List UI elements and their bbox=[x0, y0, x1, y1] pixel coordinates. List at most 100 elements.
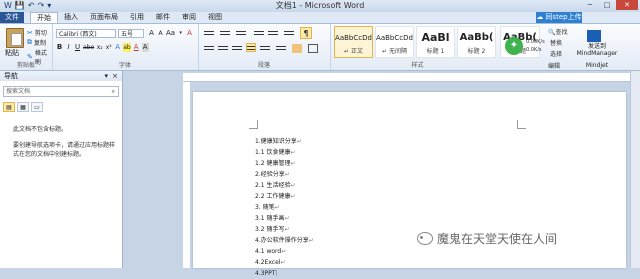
tab-pages[interactable]: ▦ bbox=[17, 102, 29, 112]
grow-font-button[interactable]: A bbox=[148, 29, 155, 38]
document-line[interactable]: 1.健康知识分享↵ bbox=[255, 136, 555, 147]
underline-button[interactable]: U bbox=[74, 43, 81, 52]
document-line[interactable]: 4.1 word↵ bbox=[255, 246, 555, 257]
align-right-icon[interactable] bbox=[232, 44, 242, 53]
cut-button[interactable]: ✂ 剪切 bbox=[27, 28, 47, 38]
tab-headings[interactable]: ▤ bbox=[3, 102, 15, 112]
sort-icon[interactable] bbox=[284, 29, 294, 38]
ribbon-tabs: 文件 开始 插入 页面布局 引用 邮件 审阅 视图 ☁ 同step上传 bbox=[0, 12, 640, 24]
group-label: 样式 bbox=[411, 62, 424, 69]
justify-icon[interactable] bbox=[246, 43, 256, 52]
italic-button[interactable]: I bbox=[65, 43, 72, 52]
tab-references[interactable]: 引用 bbox=[124, 12, 150, 23]
navigation-pane: 导航 ▾ × 搜索文档 ⌕ ▤ ▦ ▭ 此文档不包含标题。 要创建导航选项卡，请… bbox=[0, 71, 123, 268]
chevron-down-icon[interactable]: ▾ bbox=[104, 71, 108, 81]
change-case-button[interactable]: Aa bbox=[166, 29, 175, 38]
search-icon[interactable]: ⌕ bbox=[112, 87, 115, 97]
bullets-icon[interactable] bbox=[204, 29, 214, 38]
superscript-button[interactable]: x² bbox=[105, 43, 112, 52]
document-line[interactable]: 2.2 工作健康↵ bbox=[255, 191, 555, 202]
shading-icon[interactable] bbox=[292, 44, 302, 53]
tab-page-layout[interactable]: 页面布局 bbox=[84, 12, 124, 23]
document-line[interactable]: 3. 随笔↵ bbox=[255, 202, 555, 213]
document-line[interactable]: 4.2Excel↵ bbox=[255, 257, 555, 268]
group-label: Mindjet bbox=[585, 62, 609, 69]
document-line[interactable]: 2.经验分享↵ bbox=[255, 169, 555, 180]
paste-icon[interactable] bbox=[6, 28, 24, 48]
search-input[interactable]: 搜索文档 ⌕ bbox=[3, 86, 119, 97]
tab-review[interactable]: 审阅 bbox=[176, 12, 202, 23]
align-center-icon[interactable] bbox=[218, 44, 228, 53]
tab-view[interactable]: 视图 bbox=[202, 12, 228, 23]
document-line[interactable]: 2.1 生活经验↵ bbox=[255, 180, 555, 191]
navigation-header: 导航 ▾ × bbox=[0, 71, 122, 81]
tab-insert[interactable]: 插入 bbox=[58, 12, 84, 23]
group-label: 剪贴板 bbox=[16, 62, 35, 69]
subscript-button[interactable]: x₂ bbox=[96, 43, 103, 52]
highlight-button[interactable]: ab bbox=[123, 43, 131, 52]
vertical-scrollbar[interactable] bbox=[630, 71, 640, 268]
line-spacing-icon[interactable] bbox=[276, 44, 286, 53]
strikethrough-button[interactable]: abe bbox=[83, 43, 94, 52]
horizontal-ruler[interactable] bbox=[183, 73, 630, 82]
mindmanager-icon[interactable] bbox=[587, 30, 601, 42]
document-line[interactable]: 4.3PPT| bbox=[255, 268, 555, 279]
navigation-title: 导航 bbox=[4, 72, 18, 80]
cloud-icon: ☁ bbox=[536, 13, 544, 21]
document-body[interactable]: 1.健康知识分享↵ 1.1 饮食健康↵ 1.2 健康管理↵ 2.经验分享↵ 2.… bbox=[255, 136, 555, 279]
upload-button[interactable]: ☁ 同step上传 bbox=[536, 12, 582, 23]
close-button[interactable]: ✕ bbox=[616, 0, 638, 10]
network-speed: 0.00K/s 0.0K/s bbox=[526, 39, 545, 53]
copy-icon: ⧉ bbox=[27, 38, 32, 46]
font-size-select[interactable]: 五号 bbox=[118, 29, 144, 38]
align-left-icon[interactable] bbox=[204, 44, 214, 53]
tab-home[interactable]: 开始 bbox=[30, 12, 58, 23]
numbering-icon[interactable] bbox=[220, 29, 230, 38]
bold-button[interactable]: B bbox=[56, 43, 63, 52]
document-line[interactable]: 3.1 随手画↵ bbox=[255, 213, 555, 224]
chevron-down-icon[interactable]: ▾ bbox=[177, 29, 184, 38]
minimize-button[interactable]: ─ bbox=[582, 0, 598, 10]
increase-indent-icon[interactable] bbox=[268, 29, 278, 38]
styles-group: AaBbCcDd ↵ 正文 AaBbCcDd ↵ 无间隔 AaBl 标题 1 AaBb… bbox=[330, 24, 505, 70]
copy-button[interactable]: ⧉ 复制 bbox=[27, 38, 46, 47]
wifi-icon[interactable]: ✦ bbox=[505, 37, 523, 55]
tab-mailings[interactable]: 邮件 bbox=[150, 12, 176, 23]
text-effects-button[interactable]: A bbox=[114, 43, 121, 52]
margin-marker bbox=[517, 120, 526, 129]
replace-button[interactable]: 替换 bbox=[550, 38, 562, 47]
document-page[interactable]: 1.健康知识分享↵ 1.1 饮食健康↵ 1.2 健康管理↵ 2.经验分享↵ 2.… bbox=[193, 92, 626, 277]
font-color-button[interactable]: A bbox=[133, 43, 140, 52]
style-no-spacing[interactable]: AaBbCcDd ↵ 无间隔 bbox=[375, 26, 414, 58]
tab-file[interactable]: 文件 bbox=[0, 12, 24, 23]
paste-button[interactable]: 粘贴 bbox=[5, 48, 19, 58]
group-label: 字体 bbox=[118, 62, 131, 69]
shrink-font-button[interactable]: A bbox=[157, 29, 164, 38]
show-marks-icon[interactable]: ¶ bbox=[300, 27, 312, 39]
window-title: 文档1 - Microsoft Word bbox=[275, 1, 365, 10]
borders-icon[interactable] bbox=[308, 44, 318, 53]
tab-results[interactable]: ▭ bbox=[31, 102, 43, 112]
paragraph-group: ¶ 段落 bbox=[198, 24, 331, 70]
font-name-select[interactable]: Calibri (西文) bbox=[56, 29, 116, 38]
multilevel-list-icon[interactable] bbox=[236, 29, 246, 38]
maximize-button[interactable]: □ bbox=[599, 0, 615, 10]
clear-format-button[interactable]: A bbox=[186, 29, 193, 38]
style-heading-1[interactable]: AaBl 标题 1 bbox=[416, 26, 455, 58]
watermark: 魔鬼在天堂天使在人间 bbox=[417, 230, 557, 247]
char-shading-button[interactable]: A bbox=[141, 43, 149, 52]
document-line[interactable]: 1.2 健康管理↵ bbox=[255, 158, 555, 169]
document-line[interactable]: 1.1 饮食健康↵ bbox=[255, 147, 555, 158]
create-headings-hint: 要创建导航选项卡，请通过应用标题样式在您的文档中创建标题。 bbox=[13, 142, 116, 158]
window-controls: ─ □ ✕ bbox=[582, 0, 638, 10]
group-label: 编辑 bbox=[548, 63, 561, 70]
close-icon[interactable]: × bbox=[112, 71, 118, 81]
style-normal[interactable]: AaBbCcDd ↵ 正文 bbox=[334, 26, 373, 58]
style-heading-2[interactable]: AaBb(标题 2 bbox=[457, 26, 496, 58]
send-to-mindmanager-button[interactable]: 发送到 MindManager bbox=[575, 43, 619, 57]
distributed-icon[interactable] bbox=[260, 44, 270, 53]
decrease-indent-icon[interactable] bbox=[254, 29, 264, 38]
find-button[interactable]: 🔍查找 bbox=[548, 27, 568, 36]
vertical-ruler[interactable] bbox=[183, 82, 190, 268]
select-button[interactable]: 选择 bbox=[550, 49, 562, 58]
